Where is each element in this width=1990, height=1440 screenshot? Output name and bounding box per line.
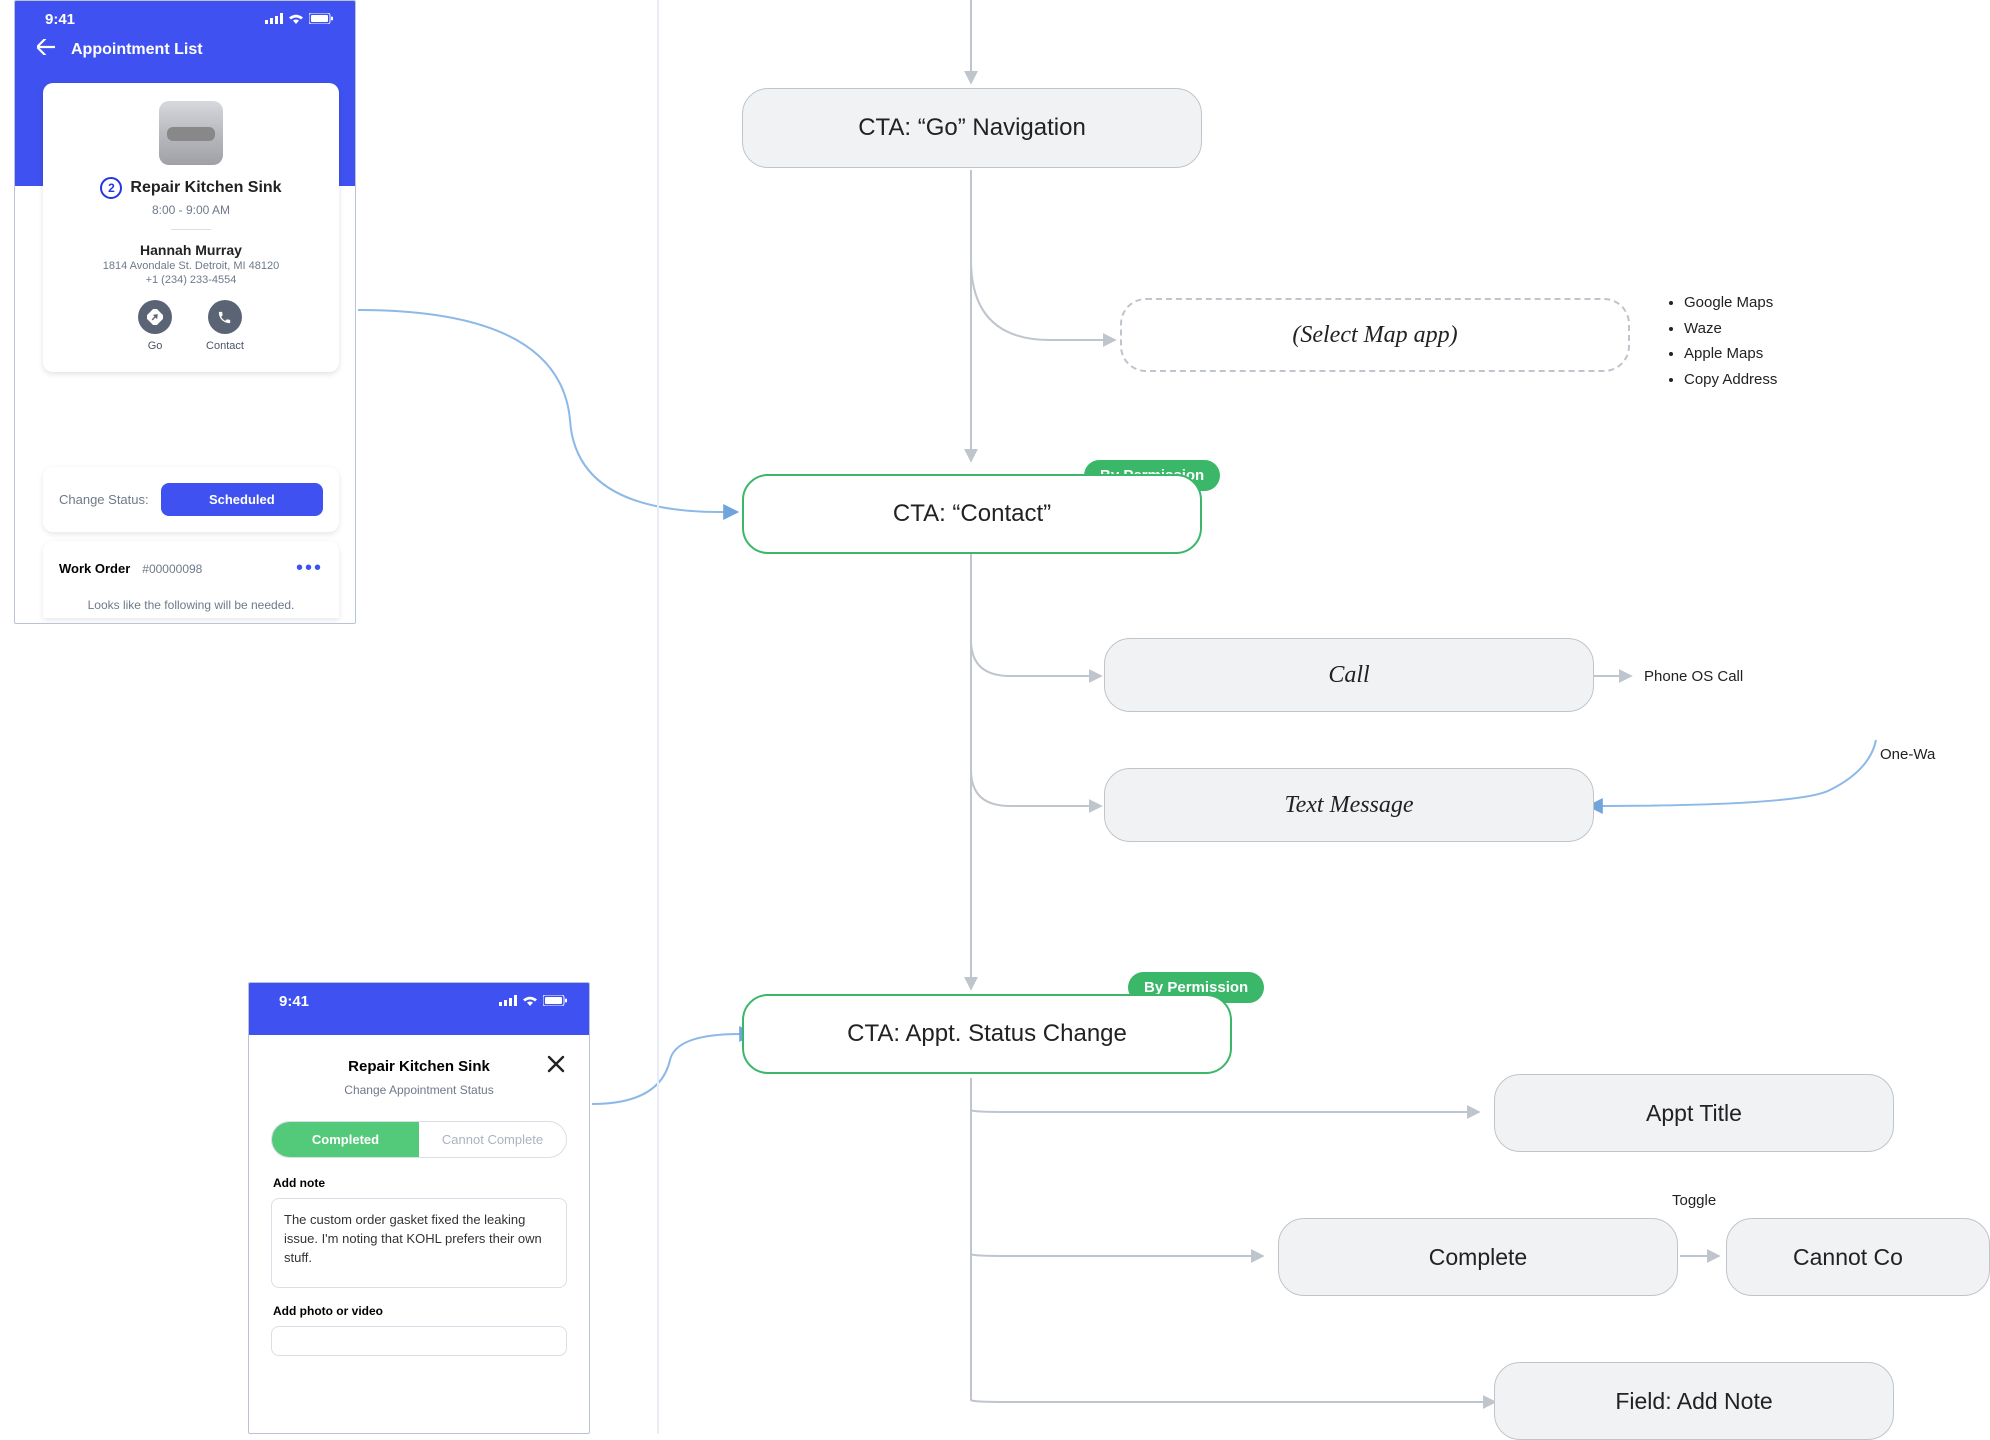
segment-cannot-complete[interactable]: Cannot Complete [419, 1122, 566, 1157]
divider [171, 229, 211, 230]
phone2-header: 9:41 [249, 983, 589, 1035]
status-time: 9:41 [279, 993, 309, 1010]
work-order-label: Work Order [59, 561, 130, 576]
signal-icon [265, 11, 283, 28]
statusbar: 9:41 [15, 1, 355, 32]
note-field-label: Add note [273, 1176, 567, 1190]
label-phone-os-call: Phone OS Call [1644, 668, 1743, 685]
go-action[interactable]: Go [138, 300, 172, 352]
node-cta-go-navigation[interactable]: CTA: “Go” Navigation [742, 88, 1202, 168]
node-complete[interactable]: Complete [1278, 1218, 1678, 1296]
map-app-options: Google Maps Waze Apple Maps Copy Address [1668, 290, 1777, 392]
status-icons-group [499, 993, 567, 1010]
status-label: Change Status: [59, 492, 149, 507]
navigate-icon [138, 300, 172, 334]
status-icons-group [265, 11, 333, 28]
media-field-label: Add photo or video [273, 1304, 567, 1318]
node-cta-contact[interactable]: CTA: “Contact” [742, 474, 1202, 554]
contact-action[interactable]: Contact [206, 300, 244, 352]
wifi-icon [288, 11, 304, 28]
back-arrow-icon[interactable] [37, 38, 55, 61]
phone-appointment-details: 9:41 Appointment List 2 Re [14, 0, 356, 624]
wifi-icon [522, 993, 538, 1010]
go-label: Go [148, 340, 163, 352]
customer-address: 1814 Avondale St. Detroit, MI 48120 [59, 260, 323, 272]
close-icon[interactable] [547, 1053, 567, 1079]
phone-icon [208, 300, 242, 334]
list-item: Apple Maps [1684, 341, 1777, 367]
list-item: Waze [1684, 316, 1777, 342]
customer-name: Hannah Murray [59, 242, 323, 258]
work-order-number: #00000098 [142, 562, 202, 576]
list-item: Copy Address [1684, 367, 1777, 393]
appointment-title: Repair Kitchen Sink [130, 179, 281, 197]
appointment-card: 2 Repair Kitchen Sink 8:00 - 9:00 AM Han… [43, 83, 339, 372]
status-segment: Completed Cannot Complete [271, 1121, 567, 1158]
status-time: 9:41 [45, 11, 75, 28]
modal-title-row: Repair Kitchen Sink [271, 1053, 567, 1079]
battery-icon [543, 993, 567, 1010]
action-icons: Go Contact [59, 300, 323, 352]
status-button[interactable]: Scheduled [161, 483, 323, 516]
node-field-add-note[interactable]: Field: Add Note [1494, 1362, 1894, 1440]
modal-subtitle: Change Appointment Status [271, 1083, 567, 1097]
more-dots-icon[interactable]: ••• [296, 557, 323, 580]
sequence-badge: 2 [100, 177, 122, 199]
appbar-title: Appointment List [71, 41, 203, 59]
contact-label: Contact [206, 340, 244, 352]
appointment-title-row: 2 Repair Kitchen Sink [59, 177, 323, 199]
appbar: Appointment List [15, 32, 355, 61]
node-call[interactable]: Call [1104, 638, 1594, 712]
signal-icon [499, 993, 517, 1010]
node-select-map-app[interactable]: (Select Map app) [1120, 298, 1630, 372]
note-textarea[interactable]: The custom order gasket fixed the leakin… [271, 1198, 567, 1288]
work-order-note: Looks like the following will be needed. [59, 598, 323, 612]
segment-completed[interactable]: Completed [272, 1122, 419, 1157]
node-cta-status-change[interactable]: CTA: Appt. Status Change [742, 994, 1232, 1074]
media-dropzone[interactable] [271, 1326, 567, 1356]
list-item: Google Maps [1684, 290, 1777, 316]
node-cannot-complete[interactable]: Cannot Co [1726, 1218, 1990, 1296]
work-order-block: Work Order #00000098 ••• Looks like the … [43, 541, 339, 618]
appointment-time: 8:00 - 9:00 AM [59, 203, 323, 217]
label-toggle: Toggle [1672, 1192, 1716, 1209]
node-text-message[interactable]: Text Message [1104, 768, 1594, 842]
phone-status-change: 9:41 Repair Kitchen Sink Change Appoin [248, 982, 590, 1434]
node-appt-title[interactable]: Appt Title [1494, 1074, 1894, 1152]
modal-title: Repair Kitchen Sink [291, 1058, 547, 1075]
label-one-way: One-Wa [1880, 746, 1935, 763]
appointment-thumbnail-icon [159, 101, 223, 165]
customer-phone: +1 (234) 233-4554 [59, 274, 323, 286]
statusbar: 9:41 [249, 983, 589, 1014]
status-block: Change Status: Scheduled [43, 467, 339, 532]
battery-icon [309, 11, 333, 28]
